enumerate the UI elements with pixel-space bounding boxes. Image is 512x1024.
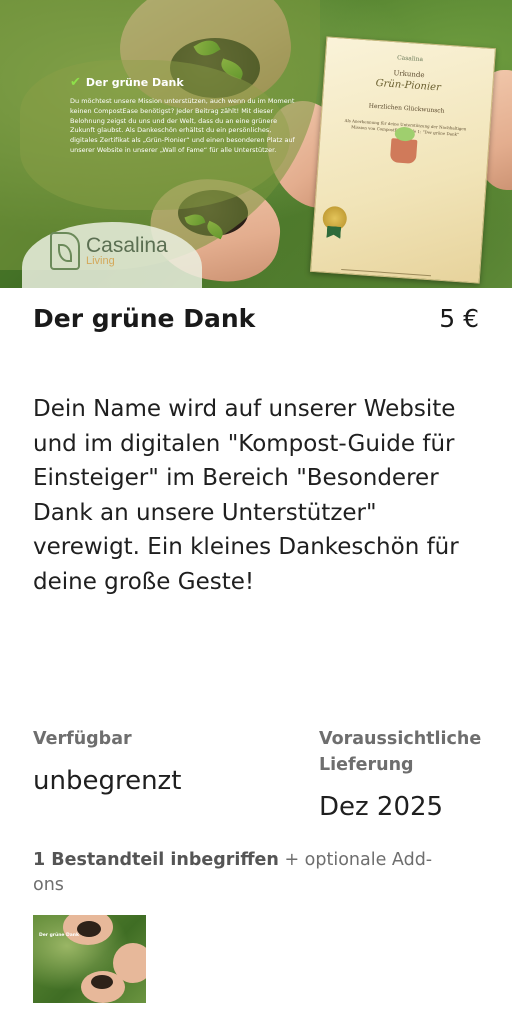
includes-text: 1 Bestandteil inbegriffen + optionale Ad…	[33, 848, 463, 898]
brand-logo: Casalina Living	[50, 232, 168, 270]
includes-count: 1 Bestandteil inbegriffen	[33, 850, 279, 870]
check-icon: ✔	[70, 75, 81, 90]
title-row: Der grüne Dank 5 €	[33, 304, 479, 333]
reward-hero-image: ✔ Der grüne Dank Du möchtest unsere Miss…	[0, 0, 512, 288]
leaf-logo-icon	[50, 232, 80, 270]
availability-label: Verfügbar	[33, 729, 132, 749]
hero-description: Du möchtest unsere Mission unterstützen,…	[70, 97, 295, 154]
certificate-image: Casalina Urkunde Grün-Pionier Herzlichen…	[309, 36, 497, 284]
reward-image-thumbnail[interactable]: Der grüne Dank	[33, 915, 146, 1003]
hero-text-block: ✔ Der grüne Dank Du möchtest unsere Miss…	[70, 76, 300, 156]
product-description: Dein Name wird auf unserer Website und i…	[33, 396, 459, 595]
seal-ribbon-icon	[326, 226, 341, 239]
delivery-label: Voraussichtliche Lieferung	[319, 729, 482, 775]
delivery-value: Dez 2025	[319, 792, 444, 822]
plant-pot-icon	[389, 138, 418, 165]
product-title: Der grüne Dank	[33, 304, 256, 333]
hero-title: Der grüne Dank	[85, 76, 184, 89]
price: 5 €	[439, 304, 479, 333]
certificate-congrats: Herzlichen Glückwunsch	[368, 102, 445, 115]
thumbnail-title: Der grüne Dank	[39, 933, 80, 938]
logo-sub: Living	[86, 255, 115, 267]
availability-value: unbegrenzt	[33, 766, 182, 796]
logo-name: Casalina	[86, 234, 168, 257]
signature-line	[341, 268, 432, 277]
